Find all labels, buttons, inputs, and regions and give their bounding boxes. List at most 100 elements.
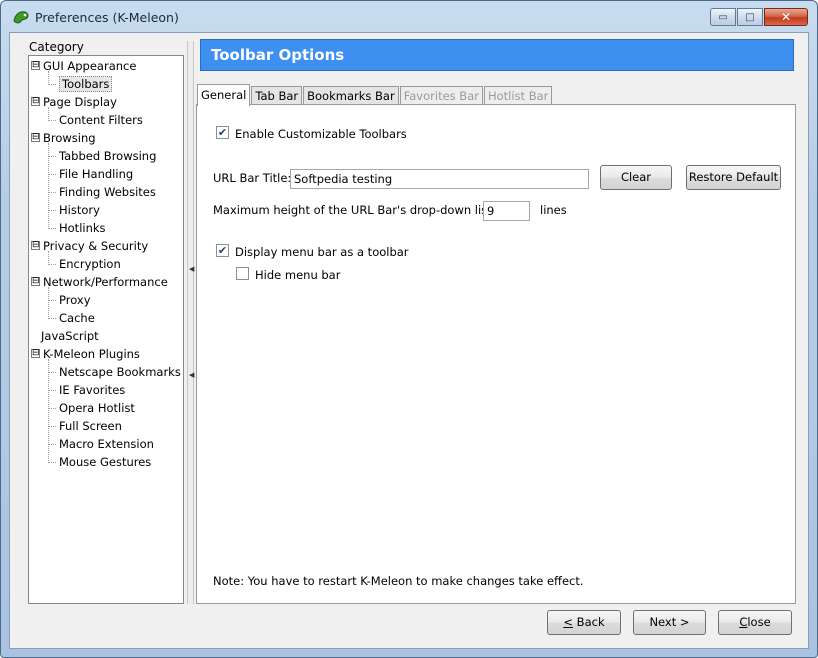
dialog-client-area: Category ⊟ GUI Appearance Toolbars ⊟ Page Di… [9, 32, 809, 649]
tree-collapse-icon[interactable]: ⊟ [31, 349, 40, 358]
tree-connector [48, 107, 49, 121]
tree-item-page-display[interactable]: ⊟ Page Display [31, 93, 117, 111]
maximize-button[interactable]: □ [737, 8, 763, 26]
restore-default-button[interactable]: Restore Default [686, 165, 781, 190]
tree-collapse-icon[interactable]: ⊟ [31, 97, 40, 106]
tree-item-k-meleon-plugins[interactable]: ⊟ K-Meleon Plugins [31, 345, 140, 363]
splitter-arrow-icon: ◀ [189, 265, 195, 273]
tree-item-finding-websites[interactable]: Finding Websites [48, 183, 156, 201]
tree-connector [48, 390, 56, 391]
tree-item-hotlinks[interactable]: Hotlinks [48, 219, 106, 237]
tree-item-label: File Handling [59, 167, 134, 181]
display-menu-bar-checkbox[interactable]: ✔ [216, 244, 229, 257]
tree-connector [48, 372, 56, 373]
tree-item-label: Toolbars [59, 76, 113, 92]
restart-note: Note: You have to restart K-Meleon to ma… [213, 574, 584, 588]
tree-item-tabbed-browsing[interactable]: Tabbed Browsing [48, 147, 156, 165]
clear-button[interactable]: Clear [600, 165, 672, 190]
max-height-unit: lines [540, 203, 567, 217]
max-height-label: Maximum height of the URL Bar's drop-dow… [213, 203, 496, 217]
category-heading: Category [29, 40, 84, 54]
tree-collapse-icon[interactable]: ⊟ [31, 61, 40, 70]
url-bar-title-label: URL Bar Title: [213, 171, 292, 185]
tree-item-label: Mouse Gestures [59, 455, 152, 469]
tree-item-javascript[interactable]: JavaScript [41, 327, 99, 345]
tree-item-macro-extension[interactable]: Macro Extension [48, 435, 154, 453]
tree-item-encryption[interactable]: Encryption [48, 255, 121, 273]
tab-hotlist-bar: Hotlist Bar [483, 86, 553, 106]
tree-item-label: Network/Performance [43, 275, 168, 289]
tree-connector [48, 228, 56, 229]
enable-customizable-toolbars-label[interactable]: Enable Customizable Toolbars [235, 127, 407, 141]
splitter-arrow-icon: ◀ [189, 371, 195, 379]
window-title: Preferences (K-Meleon) [35, 10, 179, 25]
close-button[interactable]: Close [718, 610, 792, 635]
tree-connector [48, 300, 56, 301]
max-height-input[interactable]: 9 [483, 201, 530, 221]
tree-item-label: Hotlinks [59, 221, 106, 235]
url-bar-title-input[interactable]: Softpedia testing [290, 169, 589, 189]
tree-item-label: Browsing [43, 131, 96, 145]
tree-collapse-icon[interactable]: ⊟ [31, 133, 40, 142]
tree-item-proxy[interactable]: Proxy [48, 291, 91, 309]
tree-item-toolbars[interactable]: Toolbars [48, 75, 113, 93]
enable-customizable-toolbars-checkbox[interactable]: ✔ [216, 126, 229, 139]
tree-connector [48, 426, 56, 427]
title-bar[interactable]: Preferences (K-Meleon) ▭ □ ✕ [1, 1, 817, 33]
tree-item-privacy-security[interactable]: ⊟ Privacy & Security [31, 237, 149, 255]
tree-item-browsing[interactable]: ⊟ Browsing [31, 129, 96, 147]
tree-connector [48, 143, 49, 229]
tree-item-label: History [59, 203, 100, 217]
hide-menu-bar-label[interactable]: Hide menu bar [255, 268, 340, 282]
tree-item-label: Macro Extension [59, 437, 154, 451]
tree-connector [48, 120, 56, 121]
next-button[interactable]: Next > [633, 610, 706, 635]
tree-connector [48, 444, 56, 445]
tree-item-label: Content Filters [59, 113, 143, 127]
tree-item-cache[interactable]: Cache [48, 309, 95, 327]
tree-item-label: Privacy & Security [43, 239, 149, 253]
tree-item-opera-hotlist[interactable]: Opera Hotlist [48, 399, 135, 417]
tree-item-content-filters[interactable]: Content Filters [48, 111, 143, 129]
tab-favorites-bar: Favorites Bar [399, 86, 483, 106]
close-icon: ✕ [780, 10, 792, 24]
tree-item-label: Encryption [59, 257, 121, 271]
pane-splitter[interactable]: ◀ ◀ [187, 41, 194, 604]
minimize-button[interactable]: ▭ [710, 8, 736, 26]
tree-item-history[interactable]: History [48, 201, 100, 219]
window-controls: ▭ □ ✕ [709, 8, 808, 26]
tree-connector [48, 71, 49, 85]
tree-item-ie-favorites[interactable]: IE Favorites [48, 381, 125, 399]
back-button[interactable]: < Back [547, 610, 621, 635]
tree-connector [48, 462, 56, 463]
tree-connector [48, 192, 56, 193]
tab-bookmarks-bar[interactable]: Bookmarks Bar [303, 86, 399, 106]
close-window-button[interactable]: ✕ [764, 8, 808, 26]
tree-connector [48, 287, 49, 319]
tree-collapse-icon[interactable]: ⊟ [31, 241, 40, 250]
category-tree[interactable]: ⊟ GUI Appearance Toolbars ⊟ Page Display Cont… [28, 55, 184, 604]
tree-item-label: Full Screen [59, 419, 122, 433]
general-tab-panel: ✔ Enable Customizable Toolbars URL Bar T… [196, 104, 796, 604]
tab-strip: General Tab Bar Bookmarks Bar Favorites Bar… [197, 84, 553, 106]
display-menu-bar-label[interactable]: Display menu bar as a toolbar [235, 245, 409, 259]
minimize-icon: ▭ [718, 11, 728, 23]
tree-item-label: Netscape Bookmarks [59, 365, 181, 379]
tree-item-mouse-gestures[interactable]: Mouse Gestures [48, 453, 152, 471]
tree-item-network-performance[interactable]: ⊟ Network/Performance [31, 273, 168, 291]
tree-item-label: JavaScript [41, 329, 99, 343]
tree-connector [48, 264, 56, 265]
tab-tab-bar[interactable]: Tab Bar [251, 86, 303, 106]
tree-connector [48, 174, 56, 175]
tree-item-netscape-bookmarks[interactable]: Netscape Bookmarks [48, 363, 181, 381]
tree-item-gui-appearance[interactable]: ⊟ GUI Appearance [31, 57, 136, 75]
tree-item-file-handling[interactable]: File Handling [48, 165, 134, 183]
hide-menu-bar-checkbox[interactable] [236, 267, 249, 280]
maximize-icon: □ [745, 11, 755, 23]
tree-item-label: Finding Websites [59, 185, 156, 199]
tree-collapse-icon[interactable]: ⊟ [31, 277, 40, 286]
tree-connector [48, 210, 56, 211]
tree-item-full-screen[interactable]: Full Screen [48, 417, 122, 435]
tab-general[interactable]: General [197, 84, 251, 106]
tree-connector [48, 359, 49, 463]
